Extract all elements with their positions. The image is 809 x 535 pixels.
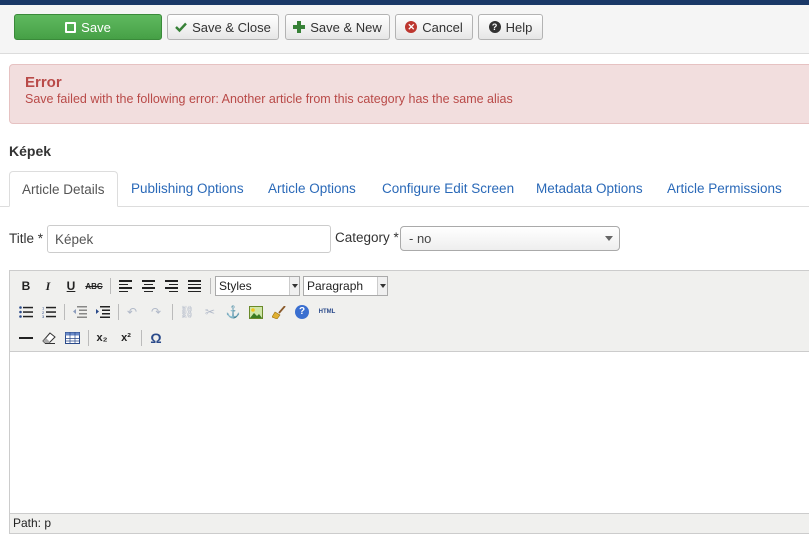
action-toolbar: Save Save & Close Save & New ✕ Cancel ? … xyxy=(0,5,809,54)
bold-button[interactable]: B xyxy=(16,276,36,296)
category-select[interactable]: - no xyxy=(400,226,620,251)
bullet-list-button[interactable] xyxy=(16,302,36,322)
unlink-button[interactable]: ✂ xyxy=(200,302,220,322)
save-button[interactable]: Save xyxy=(14,14,162,40)
svg-text:3: 3 xyxy=(42,314,45,318)
unlink-icon: ✂ xyxy=(204,305,216,319)
redo-button[interactable]: ↷ xyxy=(146,302,166,322)
outdent-icon xyxy=(73,306,87,318)
category-select-value: - no xyxy=(409,231,432,246)
editor-content-area[interactable] xyxy=(10,352,809,513)
cleanup-button[interactable] xyxy=(269,302,289,322)
tab-article-permissions[interactable]: Article Permissions xyxy=(667,171,782,207)
superscript-button[interactable]: x² xyxy=(116,328,136,348)
save-new-button-label: Save & New xyxy=(310,19,382,35)
title-label: Title * xyxy=(9,231,44,246)
numbered-list-icon: 123 xyxy=(42,306,56,318)
cancel-circle-icon: ✕ xyxy=(405,21,418,33)
tab-bar: Article Details Publishing Options Artic… xyxy=(0,171,809,207)
eraser-icon xyxy=(42,332,56,344)
numbered-list-button[interactable]: 123 xyxy=(39,302,59,322)
horizontal-rule-button[interactable] xyxy=(16,328,36,348)
strikethrough-button[interactable]: ABC xyxy=(84,276,104,296)
undo-icon: ↶ xyxy=(126,305,138,319)
toolbar-divider xyxy=(64,304,65,320)
anchor-icon: ⚓ xyxy=(225,305,241,319)
error-alert: Error Save failed with the following err… xyxy=(9,64,809,124)
alert-message: Save failed with the following error: An… xyxy=(25,92,513,106)
dropdown-arrow-icon xyxy=(377,277,387,295)
align-right-icon xyxy=(164,280,178,292)
toolbar-divider xyxy=(88,330,89,346)
category-label: Category * xyxy=(335,230,399,245)
save-icon xyxy=(65,21,77,33)
redo-icon: ↷ xyxy=(150,305,162,319)
save-close-button[interactable]: Save & Close xyxy=(167,14,279,40)
indent-button[interactable] xyxy=(93,302,113,322)
save-button-label: Save xyxy=(81,19,111,35)
styles-dropdown-value: Styles xyxy=(219,279,252,293)
remove-format-button[interactable] xyxy=(39,328,59,348)
editor-path-status: Path: p xyxy=(10,513,809,533)
help-editor-button[interactable]: ? xyxy=(292,302,312,322)
chevron-down-icon xyxy=(605,236,613,241)
subscript-button[interactable]: x₂ xyxy=(92,328,112,348)
help-circle-icon: ? xyxy=(295,305,309,319)
dropdown-arrow-icon xyxy=(289,277,299,295)
tab-metadata-options[interactable]: Metadata Options xyxy=(536,171,643,207)
insert-image-button[interactable] xyxy=(246,302,266,322)
toolbar-divider xyxy=(141,330,142,346)
tab-article-options[interactable]: Article Options xyxy=(268,171,356,207)
rich-text-editor: B I U ABC Styles Paragraph 123 ↶ ↷ ⛓ ✂ ⚓… xyxy=(9,270,809,534)
check-icon xyxy=(175,22,187,33)
question-circle-icon: ? xyxy=(488,21,501,33)
horizontal-rule-icon xyxy=(19,337,33,339)
page-title: Képek xyxy=(9,143,52,159)
align-justify-icon xyxy=(187,280,201,292)
title-input[interactable] xyxy=(47,225,331,253)
save-new-button[interactable]: Save & New xyxy=(285,14,390,40)
align-justify-button[interactable] xyxy=(184,276,204,296)
tab-article-details[interactable]: Article Details xyxy=(9,171,118,207)
image-icon xyxy=(249,305,263,319)
align-left-button[interactable] xyxy=(115,276,135,296)
outdent-button[interactable] xyxy=(70,302,90,322)
toolbar-divider xyxy=(210,278,211,294)
indent-icon xyxy=(96,306,110,318)
italic-button[interactable]: I xyxy=(38,276,58,296)
align-center-icon xyxy=(141,280,155,292)
table-icon xyxy=(64,332,80,344)
html-source-button[interactable]: HTML xyxy=(315,302,339,322)
underline-button[interactable]: U xyxy=(61,276,81,296)
alert-title: Error xyxy=(25,74,62,91)
bullet-list-icon xyxy=(19,306,33,318)
save-close-button-label: Save & Close xyxy=(192,19,271,35)
anchor-button[interactable]: ⚓ xyxy=(223,302,243,322)
cancel-button[interactable]: ✕ Cancel xyxy=(395,14,473,40)
link-icon: ⛓ xyxy=(179,305,195,319)
cancel-button-label: Cancel xyxy=(422,19,463,35)
toolbar-divider xyxy=(110,278,111,294)
help-button[interactable]: ? Help xyxy=(478,14,543,40)
align-left-icon xyxy=(118,280,132,292)
insert-table-button[interactable] xyxy=(62,328,82,348)
editor-toolbar: B I U ABC Styles Paragraph 123 ↶ ↷ ⛓ ✂ ⚓… xyxy=(10,271,809,352)
help-button-label: Help xyxy=(505,19,533,35)
styles-dropdown[interactable]: Styles xyxy=(215,276,300,296)
tab-publishing-options[interactable]: Publishing Options xyxy=(131,171,244,207)
align-right-button[interactable] xyxy=(161,276,181,296)
tab-configure-edit-screen[interactable]: Configure Edit Screen xyxy=(382,171,514,207)
undo-button[interactable]: ↶ xyxy=(122,302,142,322)
align-center-button[interactable] xyxy=(138,276,158,296)
plus-icon xyxy=(293,21,306,33)
toolbar-divider xyxy=(172,304,173,320)
format-dropdown[interactable]: Paragraph xyxy=(303,276,388,296)
toolbar-divider xyxy=(118,304,119,320)
broom-icon xyxy=(272,305,286,319)
format-dropdown-value: Paragraph xyxy=(307,279,364,293)
insert-link-button[interactable]: ⛓ xyxy=(177,302,197,322)
special-character-button[interactable]: Ω xyxy=(146,328,166,348)
